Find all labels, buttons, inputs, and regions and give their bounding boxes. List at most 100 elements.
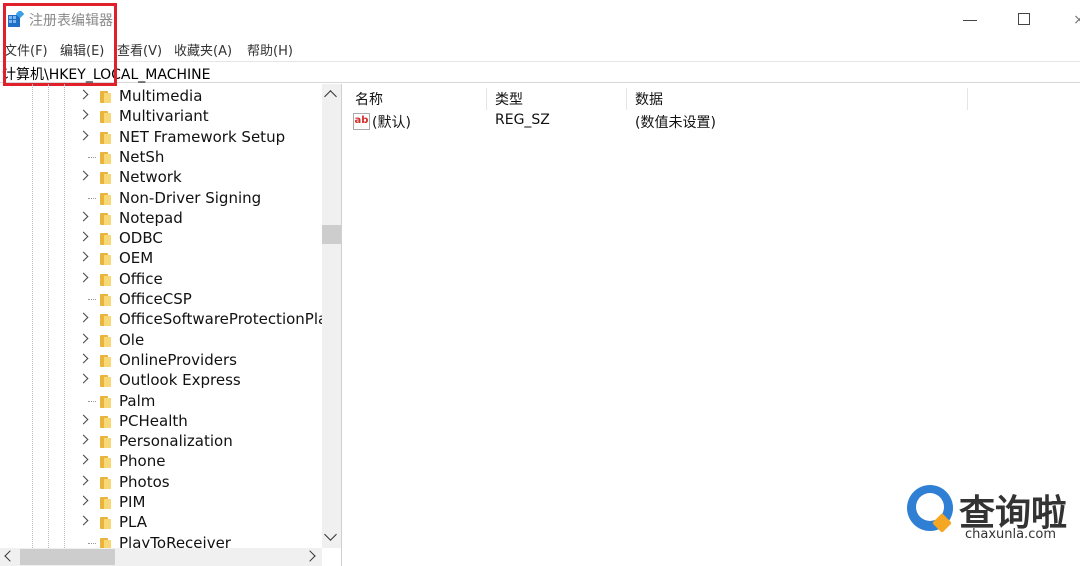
tree-item[interactable]: OEM [0,248,322,268]
tree-item-label: Personalization [119,432,233,451]
folder-icon [99,312,112,327]
chevron-right-icon[interactable] [78,414,89,425]
tree-item-label: OnlineProviders [119,350,237,369]
tree-item-label: NET Framework Setup [119,127,286,146]
menu-favorites[interactable]: 收藏夹(A) [174,40,232,59]
folder-icon [99,251,112,266]
minimize-button[interactable] [955,8,985,32]
scroll-thumb[interactable] [322,225,341,244]
close-icon: × [1073,12,1080,28]
tree-horizontal-scrollbar[interactable] [0,548,322,566]
tree-item-label: Notepad [119,208,183,227]
column-separator[interactable] [967,88,968,110]
tree-item-label: Phone [119,452,166,471]
tree-item[interactable]: Outlook Express [0,370,322,390]
folder-icon [99,89,112,103]
folder-icon [99,475,112,489]
chevron-right-icon[interactable] [78,130,89,141]
tree-item[interactable]: Multimedia [0,86,322,106]
tree-item[interactable]: Photos [0,472,322,492]
watermark-logo: 查询啦 chaxunla.com [905,484,1075,544]
scroll-down-icon[interactable] [324,528,337,541]
folder-icon [99,109,112,124]
tree-item[interactable]: PIM [0,492,322,512]
scroll-left-icon[interactable] [4,550,16,562]
chevron-right-icon[interactable] [78,312,89,323]
column-header-type[interactable]: 类型 [495,89,523,109]
chevron-right-icon[interactable] [78,272,89,283]
tree-item[interactable]: Multivariant [0,106,322,126]
tree-item[interactable]: OnlineProviders [0,350,322,370]
tree-item-label: ODBC [119,229,163,248]
tree-item-label: Multivariant [119,107,209,126]
chevron-right-icon[interactable] [78,109,89,120]
scroll-thumb-horizontal[interactable] [20,549,115,565]
chevron-right-icon[interactable] [78,475,89,486]
chevron-right-icon[interactable] [78,333,89,344]
tree-connector [88,156,96,158]
title-bar: 注册表编辑器 × [0,0,1080,40]
folder-icon [99,191,112,205]
tree-item[interactable]: PLA [0,512,322,532]
tree-item[interactable]: OfficeCSP [0,289,322,309]
tree-item[interactable]: Personalization [0,431,322,451]
highlight-box [3,3,117,86]
tree-connector [88,299,96,300]
tree-item[interactable]: OfficeSoftwareProtectionPlatfo [0,309,341,329]
folder-icon [99,170,112,185]
menu-bar: 文件(F) 编辑(E) 查看(V) 收藏夹(A) 帮助(H) [0,39,1080,59]
tree-item[interactable]: Palm [0,391,322,411]
tree-connector [88,197,96,199]
tree-vertical-scrollbar[interactable] [322,84,341,548]
address-bar[interactable]: 计算机\HKEY_LOCAL_MACHINE [0,61,1080,83]
column-separator[interactable] [486,88,487,110]
chevron-right-icon[interactable] [78,211,89,222]
tree-item-label: NetSh [119,147,165,166]
chevron-right-icon[interactable] [78,515,89,526]
tree-item-label: PCHealth [119,411,188,430]
menu-view[interactable]: 查看(V) [117,40,162,59]
folder-icon [99,373,112,388]
tree-item-label: Multimedia [119,87,203,105]
tree-item[interactable]: PCHealth [0,411,322,431]
close-button[interactable]: × [1064,8,1080,32]
tree-item[interactable]: Notepad [0,208,322,228]
chevron-right-icon[interactable] [78,454,89,465]
scroll-right-icon[interactable] [304,550,316,562]
scroll-up-icon[interactable] [324,90,337,103]
tree-item[interactable]: NET Framework Setup [0,127,322,147]
value-data: (数值未设置) [635,115,716,131]
minimize-icon [963,20,977,21]
chevron-right-icon[interactable] [78,353,89,364]
value-row[interactable]: ab (默认) REG_SZ (数值未设置) [345,110,1080,132]
folder-icon [99,454,112,469]
tree-item[interactable]: NetSh [0,147,322,167]
watermark-url: chaxunla.com [965,527,1056,542]
tree-item-label: Outlook Express [119,371,241,390]
tree-item-label: Non-Driver Signing [119,188,262,207]
chevron-right-icon[interactable] [78,231,89,242]
tree-item-label: PIM [119,493,146,511]
tree-item[interactable]: Non-Driver Signing [0,188,322,208]
tree-item[interactable]: Ole [0,330,322,350]
column-header-data[interactable]: 数据 [635,89,663,109]
folder-icon [99,272,112,286]
chevron-right-icon[interactable] [78,434,89,445]
maximize-button[interactable] [1008,8,1038,32]
chevron-right-icon[interactable] [78,373,89,384]
chevron-right-icon[interactable] [78,89,89,100]
folder-icon [99,434,112,449]
chevron-right-icon[interactable] [78,495,89,506]
tree-item[interactable]: Phone [0,451,322,471]
chevron-right-icon[interactable] [78,251,89,262]
tree-item[interactable]: ODBC [0,228,322,248]
key-tree[interactable]: Multimedia Multivariant NET Framework Setu… [0,84,342,566]
tree-item[interactable]: Office [0,269,322,289]
menu-help[interactable]: 帮助(H) [247,40,293,59]
tree-item[interactable]: Network [0,167,322,187]
tree-item-label: OfficeSoftwareProtectionPlatfo [119,310,342,329]
column-separator[interactable] [626,88,627,110]
maximize-icon [1018,13,1030,25]
column-header-name[interactable]: 名称 [355,89,383,109]
chevron-right-icon[interactable] [78,170,89,181]
